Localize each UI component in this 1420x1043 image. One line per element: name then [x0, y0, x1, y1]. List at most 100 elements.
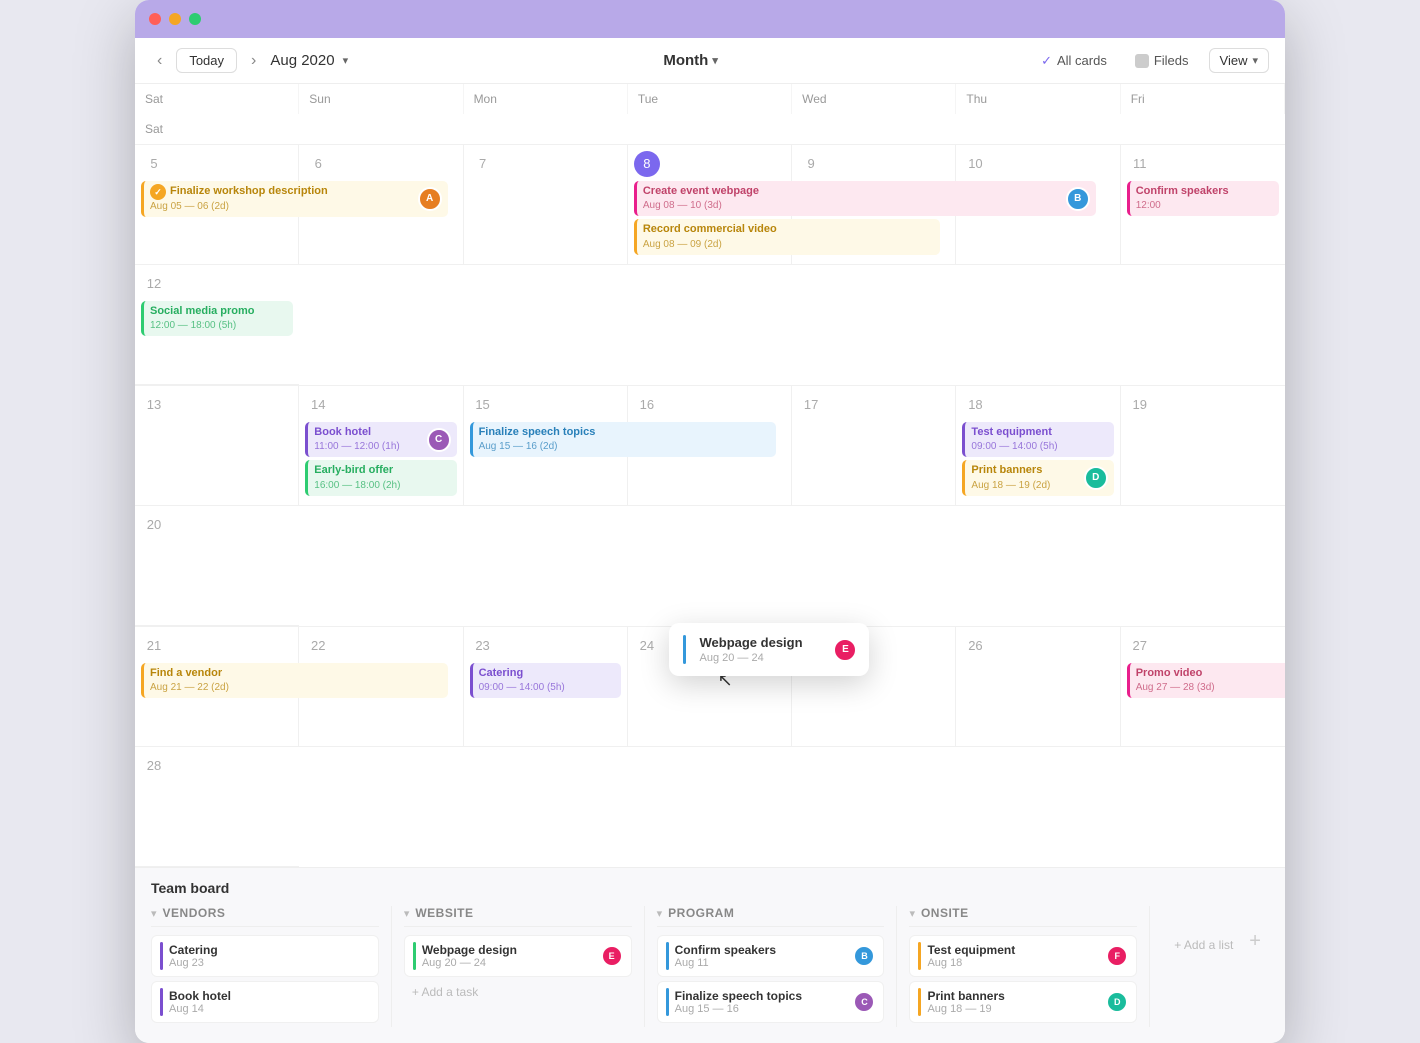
event-create-webpage[interactable]: Create event webpage Aug 08 — 10 (3d) B: [634, 181, 1096, 216]
team-board: Team board ▾ Vendors Catering Aug 23: [135, 867, 1285, 1043]
task-date-book-hotel: Aug 14: [169, 1003, 231, 1015]
view-button[interactable]: View ▾: [1209, 48, 1269, 73]
date-26: 26: [962, 633, 988, 659]
popup-title: Webpage design: [693, 635, 855, 650]
month-label: Aug 2020: [270, 52, 334, 69]
task-confirm-speakers[interactable]: Confirm speakers Aug 11 B: [657, 935, 885, 977]
add-column-button[interactable]: +: [1241, 930, 1269, 953]
add-task-website[interactable]: + Add a task: [404, 981, 632, 1003]
task-dot-print-banners: [918, 988, 921, 1016]
prev-button[interactable]: ‹: [151, 50, 168, 72]
cell-thu-18: 18 Test equipment 09:00 — 14:00 (5h) Pri…: [956, 386, 1120, 506]
cell-sat-12: 12 Social media promo 12:00 — 18:00 (5h): [135, 265, 299, 385]
event-title-social-media: Social media promo: [150, 304, 287, 319]
board-col-program: ▾ Program Confirm speakers Aug 11 B: [645, 906, 898, 1027]
task-catering[interactable]: Catering Aug 23: [151, 935, 379, 977]
fileds-button[interactable]: Fileds: [1127, 49, 1197, 72]
event-time-social-media: 12:00 — 18:00 (5h): [150, 319, 287, 333]
date-20: 20: [141, 512, 167, 538]
cell-wed-17: 17: [792, 386, 956, 506]
toolbar: ‹ Today › Aug 2020 ▾ Month ▾ ✓ All cards…: [135, 38, 1285, 84]
event-title-book-hotel: Book hotel: [314, 425, 399, 440]
event-print-banners[interactable]: Print banners Aug 18 — 19 (2d) D: [962, 460, 1113, 495]
cell-sat-20: 20: [135, 506, 299, 626]
program-collapse-icon[interactable]: ▾: [657, 907, 663, 920]
task-name-print-banners: Print banners: [927, 989, 1004, 1003]
date-19: 19: [1127, 392, 1153, 418]
add-list-area: + Add a list +: [1150, 906, 1269, 1027]
task-date-webpage-design: Aug 20 — 24: [422, 957, 517, 969]
date-8: 8: [634, 151, 660, 177]
close-button[interactable]: [149, 13, 161, 25]
event-promo-video[interactable]: Promo video Aug 27 — 28 (3d): [1127, 663, 1285, 698]
task-name-book-hotel: Book hotel: [169, 989, 231, 1003]
onsite-collapse-icon[interactable]: ▾: [909, 907, 915, 920]
calendar: Sat Sun Mon Tue Wed Thu Fri Sat 5 ✓ Fina…: [135, 84, 1285, 867]
board-columns: ▾ Vendors Catering Aug 23: [151, 906, 1269, 1027]
avatar-print-banners: D: [1084, 466, 1108, 490]
event-find-vendor[interactable]: Find a vendor Aug 21 — 22 (2d): [141, 663, 448, 698]
week-row-2: 13 14 Book hotel 11:00 — 12:00 (1h) C Ea…: [135, 386, 1285, 627]
task-dot-book-hotel: [160, 988, 163, 1016]
vendors-collapse-icon[interactable]: ▾: [151, 907, 157, 920]
event-time-book-hotel: 11:00 — 12:00 (1h): [314, 440, 399, 454]
avatar-finalize-speech-topics: C: [853, 991, 875, 1013]
event-book-hotel[interactable]: Book hotel 11:00 — 12:00 (1h) C: [305, 422, 456, 457]
date-5: 5: [141, 151, 167, 177]
event-time-catering: 09:00 — 14:00 (5h): [479, 681, 615, 695]
task-date-print-banners: Aug 18 — 19: [927, 1003, 1004, 1015]
task-webpage-design[interactable]: Webpage design Aug 20 — 24 E: [404, 935, 632, 977]
program-label: Program: [668, 906, 734, 920]
maximize-button[interactable]: [189, 13, 201, 25]
next-button[interactable]: ›: [245, 50, 262, 72]
task-dot-catering: [160, 942, 163, 970]
team-board-title: Team board: [151, 880, 1269, 896]
cell-mon-7: 7: [464, 145, 628, 265]
event-time-finalize-workshop: Aug 05 — 06 (2d): [150, 200, 328, 214]
today-button[interactable]: Today: [176, 48, 237, 73]
event-title-print-banners: Print banners: [971, 463, 1050, 478]
event-title-create-webpage: Create event webpage: [643, 184, 759, 199]
event-time-early-bird: 16:00 — 18:00 (2h): [314, 479, 450, 493]
view-dropdown[interactable]: Month ▾: [663, 52, 718, 69]
cell-fri-27: 27 Promo video Aug 27 — 28 (3d): [1121, 627, 1285, 747]
event-test-equipment[interactable]: Test equipment 09:00 — 14:00 (5h): [962, 422, 1113, 457]
cell-thu-26: 26: [956, 627, 1120, 747]
task-test-equipment[interactable]: Test equipment Aug 18 F: [909, 935, 1137, 977]
date-7: 7: [470, 151, 496, 177]
task-date-test-equipment: Aug 18: [927, 957, 1015, 969]
add-list-button[interactable]: + Add a list: [1166, 934, 1241, 956]
task-name-finalize-speech-topics: Finalize speech topics: [675, 989, 802, 1003]
task-finalize-speech-topics[interactable]: Finalize speech topics Aug 15 — 16 C: [657, 981, 885, 1023]
popup-card[interactable]: Webpage design Aug 20 — 24 E: [669, 623, 869, 676]
event-catering[interactable]: Catering 09:00 — 14:00 (5h): [470, 663, 621, 698]
all-cards-button[interactable]: ✓ All cards: [1033, 49, 1115, 73]
event-time-test-equipment: 09:00 — 14:00 (5h): [971, 440, 1107, 454]
task-date-catering: Aug 23: [169, 957, 218, 969]
date-24: 24: [634, 633, 660, 659]
event-time-promo-video: Aug 27 — 28 (3d): [1136, 681, 1285, 695]
website-label: Website: [415, 906, 473, 920]
event-finalize-workshop[interactable]: ✓ Finalize workshop description Aug 05 —…: [141, 181, 448, 217]
task-book-hotel[interactable]: Book hotel Aug 14: [151, 981, 379, 1023]
col-header-website: ▾ Website: [404, 906, 632, 927]
cell-tue-8: 8 Create event webpage Aug 08 — 10 (3d) …: [628, 145, 792, 265]
event-early-bird[interactable]: Early-bird offer 16:00 — 18:00 (2h): [305, 460, 456, 495]
date-27: 27: [1127, 633, 1153, 659]
minimize-button[interactable]: [169, 13, 181, 25]
col-header-onsite: ▾ Onsite: [909, 906, 1137, 927]
month-chevron-icon[interactable]: ▾: [343, 54, 349, 67]
titlebar: [135, 0, 1285, 38]
event-social-media[interactable]: Social media promo 12:00 — 18:00 (5h): [141, 301, 293, 336]
event-confirm-speakers-w1[interactable]: Confirm speakers 12:00: [1127, 181, 1279, 216]
fileds-icon: [1135, 54, 1149, 68]
avatar-popup: E: [833, 638, 857, 662]
website-collapse-icon[interactable]: ▾: [404, 907, 410, 920]
header-sun: Sun: [299, 84, 463, 114]
event-record-video[interactable]: Record commercial video Aug 08 — 09 (2d): [634, 219, 941, 254]
calendar-header: Sat Sun Mon Tue Wed Thu Fri Sat: [135, 84, 1285, 145]
avatar-print-banners-board: D: [1106, 991, 1128, 1013]
task-print-banners[interactable]: Print banners Aug 18 — 19 D: [909, 981, 1137, 1023]
event-time-finalize-speech: Aug 15 — 16 (2d): [479, 440, 771, 454]
event-finalize-speech[interactable]: Finalize speech topics Aug 15 — 16 (2d): [470, 422, 777, 457]
